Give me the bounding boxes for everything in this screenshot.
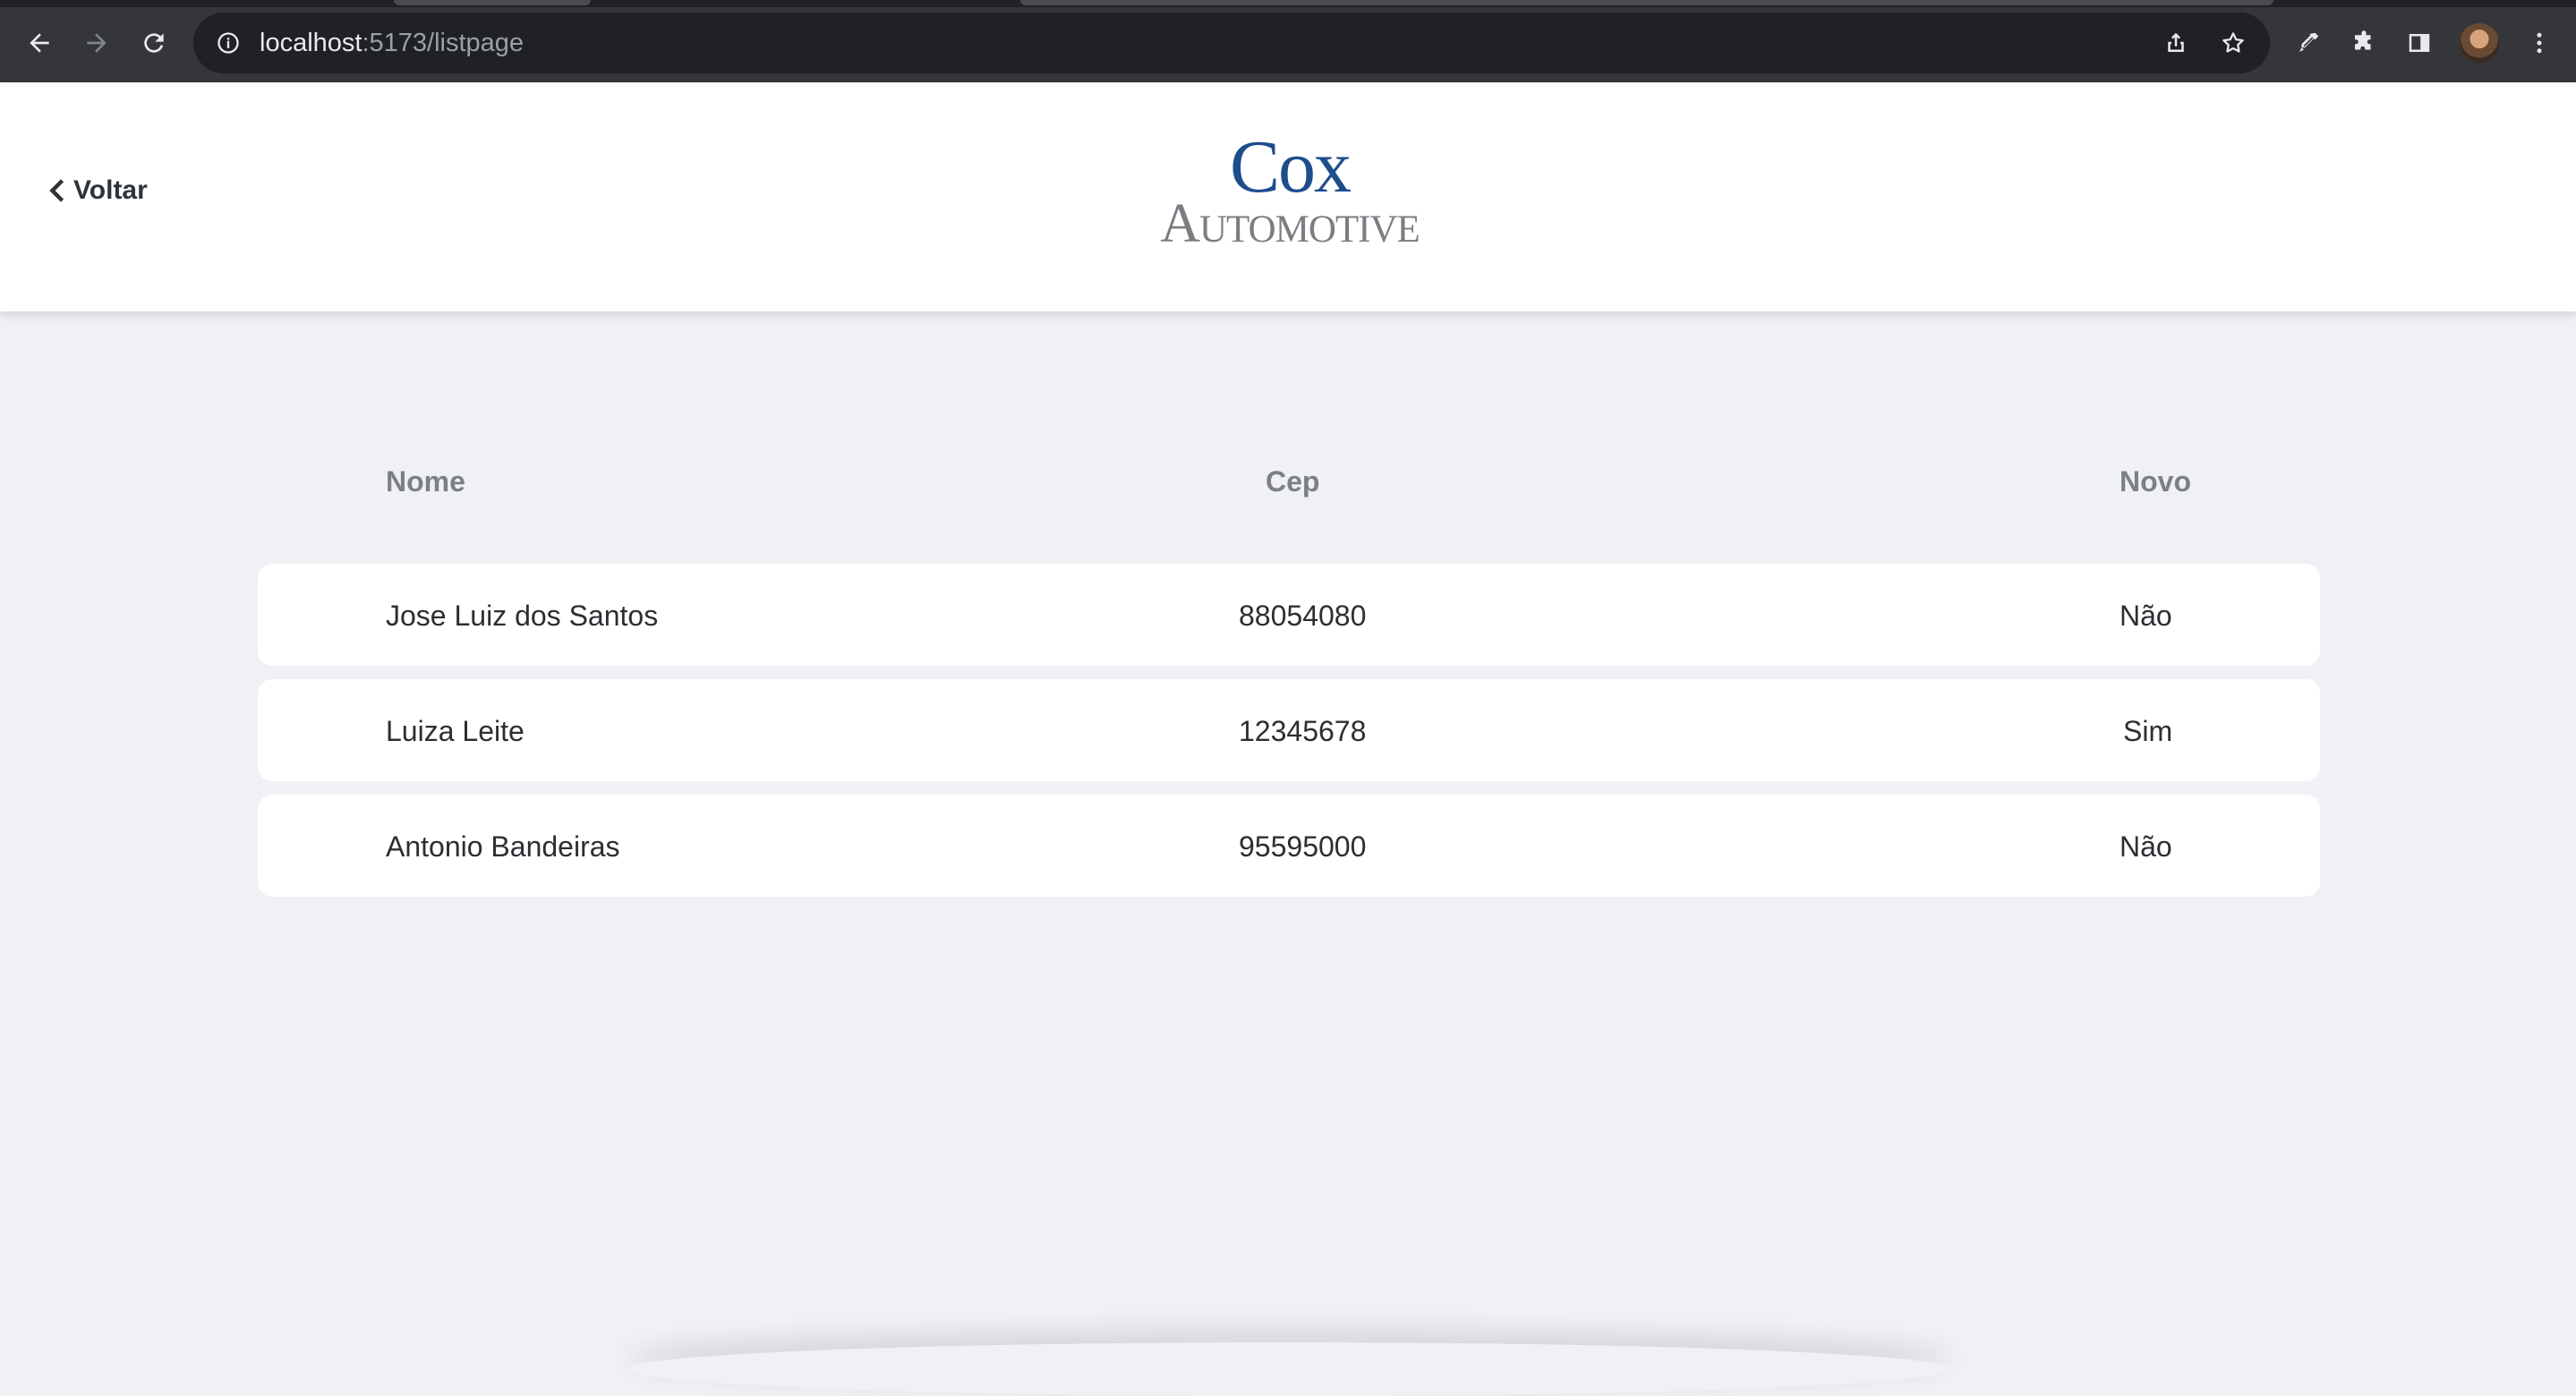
- table-header: Nome Cep Novo: [258, 465, 2320, 501]
- menu-icon[interactable]: [2524, 28, 2555, 58]
- column-header-cep: Cep: [1266, 465, 1320, 498]
- eyedropper-icon[interactable]: [2293, 28, 2324, 58]
- cell-nome: Antonio Bandeiras: [386, 830, 620, 863]
- share-icon[interactable]: [2161, 28, 2191, 58]
- address-bar[interactable]: localhost:5173/listpage: [193, 13, 2270, 73]
- url-text: localhost:5173/listpage: [260, 29, 524, 58]
- cell-cep: 95595000: [1239, 830, 1367, 863]
- info-icon[interactable]: [215, 30, 242, 56]
- forward-arrow-icon[interactable]: [79, 25, 115, 61]
- browser-toolbar: localhost:5173/listpage: [0, 0, 2576, 82]
- table-row[interactable]: Antonio Bandeiras 95595000 Não: [258, 795, 2320, 897]
- star-icon[interactable]: [2218, 28, 2248, 58]
- cell-nome: Luiza Leite: [386, 715, 525, 747]
- cell-cep: 12345678: [1239, 715, 1367, 747]
- logo-line1: Cox: [1229, 125, 1352, 209]
- url-host: localhost: [260, 28, 363, 57]
- column-header-novo: Novo: [2120, 465, 2191, 498]
- extensions-icon[interactable]: [2349, 28, 2379, 58]
- url-path: :5173/listpage: [362, 28, 525, 57]
- cox-automotive-logo: Cox Automotive: [1133, 125, 1446, 252]
- back-arrow-icon[interactable]: [21, 25, 57, 61]
- tab[interactable]: [1020, 0, 2273, 5]
- app-header: Voltar Cox Automotive: [0, 82, 2576, 311]
- reload-icon[interactable]: [136, 25, 172, 61]
- cell-novo: Não: [2120, 600, 2172, 632]
- tab-strip: [0, 0, 2576, 7]
- bottom-shadow: [627, 1342, 1951, 1396]
- profile-avatar[interactable]: [2460, 23, 2499, 63]
- cell-novo: Sim: [2123, 715, 2173, 747]
- chevron-left-icon: [49, 179, 64, 202]
- back-label: Voltar: [73, 175, 148, 205]
- back-button[interactable]: Voltar: [48, 175, 148, 206]
- cell-nome: Jose Luiz dos Santos: [386, 600, 659, 632]
- cell-novo: Não: [2120, 830, 2172, 863]
- table-row[interactable]: Jose Luiz dos Santos 88054080 Não: [258, 564, 2320, 666]
- tab[interactable]: [394, 0, 591, 5]
- cell-cep: 88054080: [1239, 600, 1367, 632]
- column-header-nome: Nome: [386, 465, 465, 498]
- table-row[interactable]: Luiza Leite 12345678 Sim: [258, 679, 2320, 781]
- side-panel-icon[interactable]: [2404, 28, 2435, 58]
- logo-line2: Automotive: [1160, 193, 1420, 254]
